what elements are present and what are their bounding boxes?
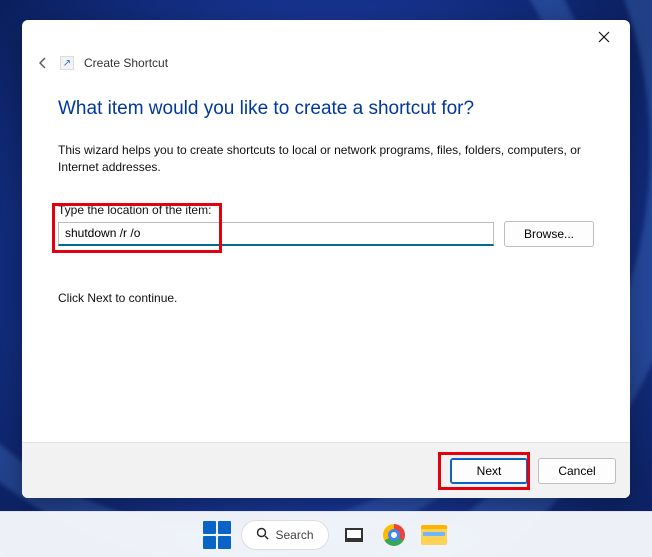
wizard-description: This wizard helps you to create shortcut…	[58, 142, 594, 177]
taskbar-search-label: Search	[275, 528, 313, 542]
cancel-button[interactable]: Cancel	[538, 458, 616, 484]
location-input[interactable]	[58, 222, 494, 246]
breadcrumb-title: Create Shortcut	[84, 56, 168, 70]
wizard-footer: Next Cancel	[22, 442, 630, 498]
next-button[interactable]: Next	[450, 458, 528, 484]
back-arrow-icon[interactable]	[36, 56, 50, 70]
taskbar: Search	[0, 511, 652, 557]
continue-hint: Click Next to continue.	[58, 291, 594, 305]
wizard-content: What item would you like to create a sho…	[22, 76, 630, 442]
task-view-icon[interactable]	[339, 520, 369, 550]
create-shortcut-window: ↗ Create Shortcut What item would you li…	[22, 20, 630, 498]
browse-button[interactable]: Browse...	[504, 221, 594, 247]
breadcrumb: ↗ Create Shortcut	[22, 54, 630, 76]
chrome-icon[interactable]	[379, 520, 409, 550]
shortcut-icon: ↗	[60, 56, 74, 70]
search-icon	[256, 527, 269, 543]
taskbar-search[interactable]: Search	[241, 520, 328, 550]
location-label: Type the location of the item:	[58, 203, 594, 217]
close-icon[interactable]	[590, 23, 618, 51]
page-title: What item would you like to create a sho…	[58, 98, 594, 120]
file-explorer-icon[interactable]	[419, 520, 449, 550]
titlebar	[22, 20, 630, 54]
start-button[interactable]	[203, 521, 231, 549]
